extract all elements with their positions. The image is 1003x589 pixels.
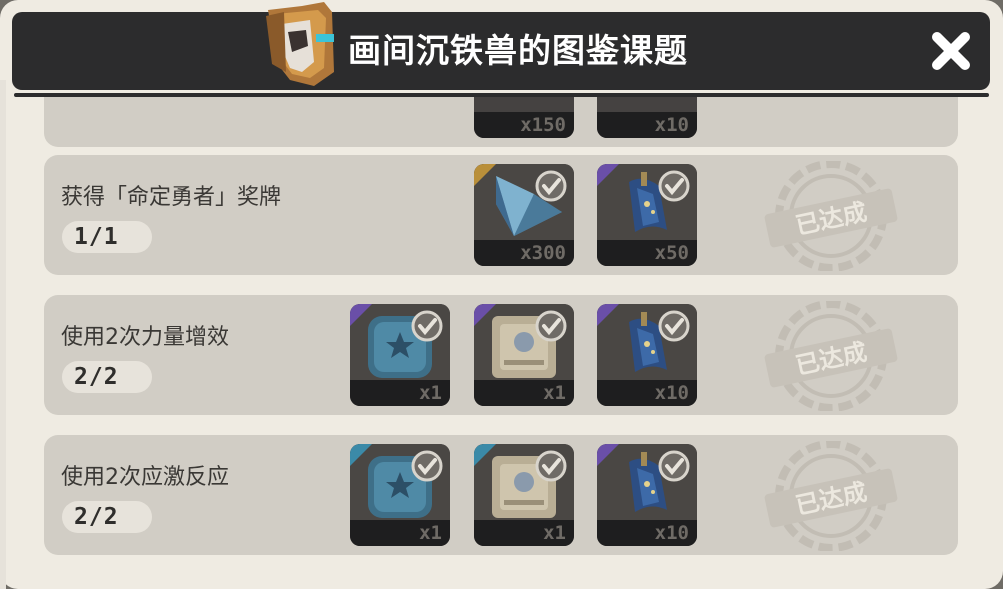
reward-item[interactable]: x50 bbox=[597, 164, 697, 266]
reward-quantity: x1 bbox=[419, 382, 442, 404]
task-row-partial: x150 x10 bbox=[44, 97, 958, 147]
close-icon[interactable] bbox=[928, 28, 974, 74]
task-label: 获得「命定勇者」奖牌 bbox=[61, 185, 282, 210]
reward-quantity: x10 bbox=[654, 522, 689, 544]
reward-quantity: x10 bbox=[654, 382, 689, 404]
rarity-corner bbox=[597, 444, 619, 466]
reward-quantity: x300 bbox=[520, 242, 566, 264]
reward-quantity: x10 bbox=[654, 114, 689, 136]
task-progress: 2/2 bbox=[62, 501, 152, 533]
check-icon bbox=[658, 170, 690, 202]
rarity-corner bbox=[474, 164, 496, 186]
check-icon bbox=[535, 170, 567, 202]
reward-item[interactable]: x1 bbox=[350, 444, 450, 546]
task-row: 使用2次应激反应 2/2 x1 x1 x10 已达成 bbox=[44, 435, 958, 555]
task-progress: 2/2 bbox=[62, 361, 152, 393]
check-icon bbox=[535, 450, 567, 482]
completed-stamp-icon: 已达成 bbox=[764, 161, 898, 271]
check-icon bbox=[658, 450, 690, 482]
completed-stamp-icon: 已达成 bbox=[764, 441, 898, 551]
reward-item[interactable]: x150 bbox=[474, 97, 574, 138]
task-label: 使用2次力量增效 bbox=[61, 325, 229, 350]
task-list[interactable]: x150 x10 获得「命定勇者」奖牌 1/1 x300 x50 已达成 使用2… bbox=[0, 97, 1003, 589]
rarity-corner bbox=[474, 444, 496, 466]
task-row: 获得「命定勇者」奖牌 1/1 x300 x50 已达成 bbox=[44, 155, 958, 275]
title-divider bbox=[14, 93, 989, 97]
reward-item[interactable]: x1 bbox=[474, 304, 574, 406]
reward-quantity: x50 bbox=[654, 242, 689, 264]
check-icon bbox=[411, 450, 443, 482]
reward-item[interactable]: x1 bbox=[350, 304, 450, 406]
reward-quantity: x1 bbox=[543, 382, 566, 404]
rarity-corner bbox=[597, 164, 619, 186]
completed-stamp-icon: 已达成 bbox=[764, 301, 898, 411]
mask-icon bbox=[266, 2, 334, 86]
reward-quantity: x1 bbox=[419, 522, 442, 544]
reward-item[interactable]: x300 bbox=[474, 164, 574, 266]
task-label: 使用2次应激反应 bbox=[61, 465, 229, 490]
reward-quantity: x1 bbox=[543, 522, 566, 544]
reward-item[interactable]: x10 bbox=[597, 97, 697, 138]
completed-overlay bbox=[702, 97, 958, 147]
reward-item[interactable]: x1 bbox=[474, 444, 574, 546]
reward-quantity: x150 bbox=[520, 114, 566, 136]
rarity-corner bbox=[597, 304, 619, 326]
task-row: 使用2次力量增效 2/2 x1 x1 x10 已达成 bbox=[44, 295, 958, 415]
check-icon bbox=[658, 310, 690, 342]
rarity-corner bbox=[350, 444, 372, 466]
check-icon bbox=[411, 310, 443, 342]
rarity-corner bbox=[474, 304, 496, 326]
check-icon bbox=[535, 310, 567, 342]
task-progress: 1/1 bbox=[62, 221, 152, 253]
reward-item[interactable]: x10 bbox=[597, 444, 697, 546]
page-title: 画间沉铁兽的图鉴课题 bbox=[348, 31, 688, 70]
reward-item[interactable]: x10 bbox=[597, 304, 697, 406]
rarity-corner bbox=[350, 304, 372, 326]
